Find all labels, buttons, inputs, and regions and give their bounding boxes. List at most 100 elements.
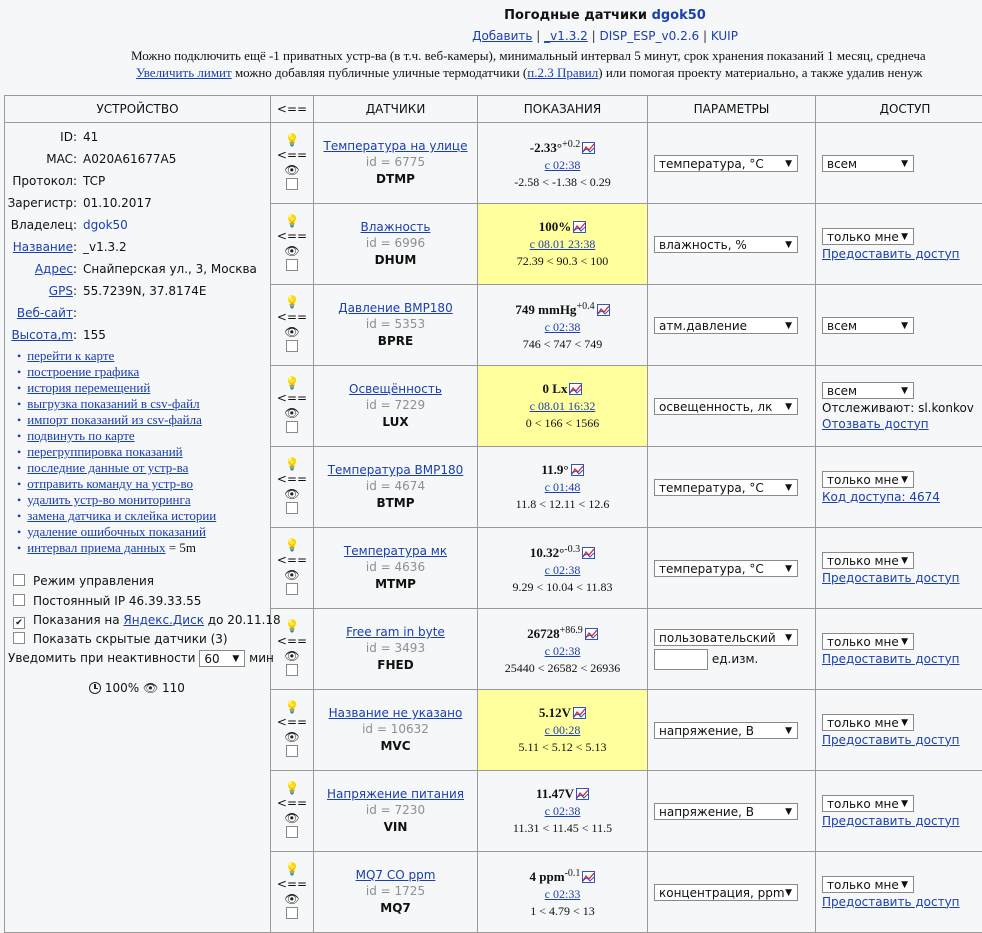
lightbulb-icon[interactable]: 💡 xyxy=(271,700,313,715)
static-ip-option[interactable]: Постоянный IP 46.39.33.55 xyxy=(13,594,201,608)
move-left-icon[interactable]: <== xyxy=(271,391,313,406)
unit-input[interactable] xyxy=(654,649,708,670)
chart-icon[interactable] xyxy=(574,787,589,801)
move-left-icon[interactable]: <== xyxy=(271,553,313,568)
chart-icon[interactable] xyxy=(571,706,586,720)
param-select[interactable]: температура, °C xyxy=(654,479,798,496)
access-link[interactable]: Предоставить доступ xyxy=(822,895,960,909)
chart-icon[interactable] xyxy=(583,627,598,641)
access-link[interactable]: Код доступа: 4674 xyxy=(822,490,940,504)
chart-icon[interactable] xyxy=(580,546,595,560)
reading-time-link[interactable]: с 02:33 xyxy=(545,887,581,901)
increase-limit-link[interactable]: Увеличить лимит xyxy=(136,65,232,80)
access-link[interactable]: Предоставить доступ xyxy=(822,571,960,585)
sensor-hide-checkbox[interactable] xyxy=(286,907,298,919)
param-select[interactable]: концентрация, ppm xyxy=(654,884,798,901)
device-action-link[interactable]: импорт показаний из csv-файла xyxy=(27,412,202,427)
access-select[interactable]: только мне xyxy=(822,228,914,245)
device-action-link[interactable]: подвинуть по карте xyxy=(27,428,135,443)
lightbulb-icon[interactable]: 💡 xyxy=(271,457,313,472)
move-left-icon[interactable]: <== xyxy=(271,229,313,244)
control-mode-option[interactable]: Режим управления xyxy=(13,574,154,588)
reading-time-link[interactable]: с 02:38 xyxy=(545,158,581,172)
param-select[interactable]: температура, °C xyxy=(654,155,798,172)
sensor-hide-checkbox[interactable] xyxy=(286,745,298,757)
rules-link[interactable]: п.2.3 Правил xyxy=(527,65,598,80)
notify-select[interactable]: 60 xyxy=(199,650,245,667)
device-action-link[interactable]: удаление ошибочных показаний xyxy=(27,524,206,539)
sensor-name-link[interactable]: MQ7 CO ppm xyxy=(314,867,477,883)
website-label-link[interactable]: Веб-сайт xyxy=(17,306,73,320)
move-left-icon[interactable]: <== xyxy=(271,148,313,163)
yadisk-option[interactable]: ✔Показания на Яндекс.Диск до 20.11.18 xyxy=(13,613,281,629)
access-select[interactable]: только мне xyxy=(822,552,914,569)
disp-esp-link[interactable]: DISP_ESP_v0.2.6 xyxy=(599,29,699,43)
lightbulb-icon[interactable]: 💡 xyxy=(271,376,313,391)
move-left-icon[interactable]: <== xyxy=(271,472,313,487)
sensor-name-link[interactable]: Напряжение питания xyxy=(314,786,477,802)
access-link[interactable]: Предоставить доступ xyxy=(822,814,960,828)
reading-time-link[interactable]: с 00:28 xyxy=(545,723,581,737)
eye-icon[interactable]: 👁 xyxy=(271,325,313,340)
address-label-link[interactable]: Адрес xyxy=(35,262,73,276)
chart-icon[interactable] xyxy=(567,382,582,396)
eye-icon[interactable]: 👁 xyxy=(271,730,313,745)
sensor-hide-checkbox[interactable] xyxy=(286,340,298,352)
owner-link[interactable]: dgok50 xyxy=(83,218,128,232)
chart-icon[interactable] xyxy=(569,463,584,477)
access-select[interactable]: всем xyxy=(822,382,914,399)
chart-icon[interactable] xyxy=(571,220,586,234)
add-link[interactable]: Добавить xyxy=(472,29,532,43)
access-link[interactable]: Предоставить доступ xyxy=(822,247,960,261)
device-action-link[interactable]: история перемещений xyxy=(27,380,150,395)
sensor-name-link[interactable]: Температура на улице xyxy=(314,138,477,154)
device-action-link[interactable]: удалить устр-во мониторинга xyxy=(27,492,190,507)
version-link[interactable]: _v1.3.2 xyxy=(544,29,588,43)
device-action-link[interactable]: интервал приема данных xyxy=(27,540,165,555)
sensor-hide-checkbox[interactable] xyxy=(286,259,298,271)
access-select[interactable]: только мне xyxy=(822,633,914,650)
kuip-link[interactable]: KUIP xyxy=(711,29,738,43)
eye-icon[interactable]: 👁 xyxy=(271,163,313,178)
move-left-icon[interactable]: <== xyxy=(271,796,313,811)
reading-time-link[interactable]: с 02:38 xyxy=(545,320,581,334)
chart-icon[interactable] xyxy=(580,141,595,155)
param-select[interactable]: температура, °C xyxy=(654,560,798,577)
access-select[interactable]: только мне xyxy=(822,876,914,893)
sensor-name-link[interactable]: Температура мк xyxy=(314,543,477,559)
eye-icon[interactable]: 👁 xyxy=(271,568,313,583)
sensor-name-link[interactable]: Освещённость xyxy=(314,381,477,397)
reading-time-link[interactable]: с 08.01 23:38 xyxy=(530,237,596,251)
chart-icon[interactable] xyxy=(595,303,610,317)
param-select[interactable]: влажность, % xyxy=(654,236,798,253)
lightbulb-icon[interactable]: 💡 xyxy=(271,214,313,229)
reading-time-link[interactable]: с 02:38 xyxy=(545,804,581,818)
reading-time-link[interactable]: с 08.01 16:32 xyxy=(530,399,596,413)
sensor-hide-checkbox[interactable] xyxy=(286,421,298,433)
gps-label-link[interactable]: GPS xyxy=(49,284,73,298)
eye-icon[interactable]: 👁 xyxy=(271,487,313,502)
chart-icon[interactable] xyxy=(580,870,595,884)
move-left-icon[interactable]: <== xyxy=(271,634,313,649)
reading-time-link[interactable]: с 01:48 xyxy=(545,480,581,494)
sensor-name-link[interactable]: Название не указано xyxy=(314,705,477,721)
param-select[interactable]: атм.давление xyxy=(654,317,798,334)
eye-icon[interactable]: 👁 xyxy=(271,406,313,421)
device-action-link[interactable]: последние данные от устр-ва xyxy=(27,460,188,475)
reading-time-link[interactable]: с 02:38 xyxy=(545,563,581,577)
access-select[interactable]: только мне xyxy=(822,795,914,812)
param-select[interactable]: освещенность, лк xyxy=(654,398,798,415)
move-left-icon[interactable]: <== xyxy=(271,715,313,730)
device-action-link[interactable]: отправить команду на устр-во xyxy=(27,476,193,491)
access-link[interactable]: Предоставить доступ xyxy=(822,733,960,747)
hidden-sensors-checkbox[interactable] xyxy=(13,632,25,644)
lightbulb-icon[interactable]: 💡 xyxy=(271,862,313,877)
sensor-name-link[interactable]: Влажность xyxy=(314,219,477,235)
eye-icon[interactable]: 👁 xyxy=(271,811,313,826)
hidden-sensors-option[interactable]: Показать скрытые датчики (3) xyxy=(13,632,228,646)
lightbulb-icon[interactable]: 💡 xyxy=(271,133,313,148)
control-mode-checkbox[interactable] xyxy=(13,574,25,586)
param-select[interactable]: пользовательский xyxy=(654,629,798,646)
device-action-link[interactable]: перейти к карте xyxy=(27,348,114,363)
yadisk-link[interactable]: Яндекс.Диск xyxy=(123,613,204,627)
